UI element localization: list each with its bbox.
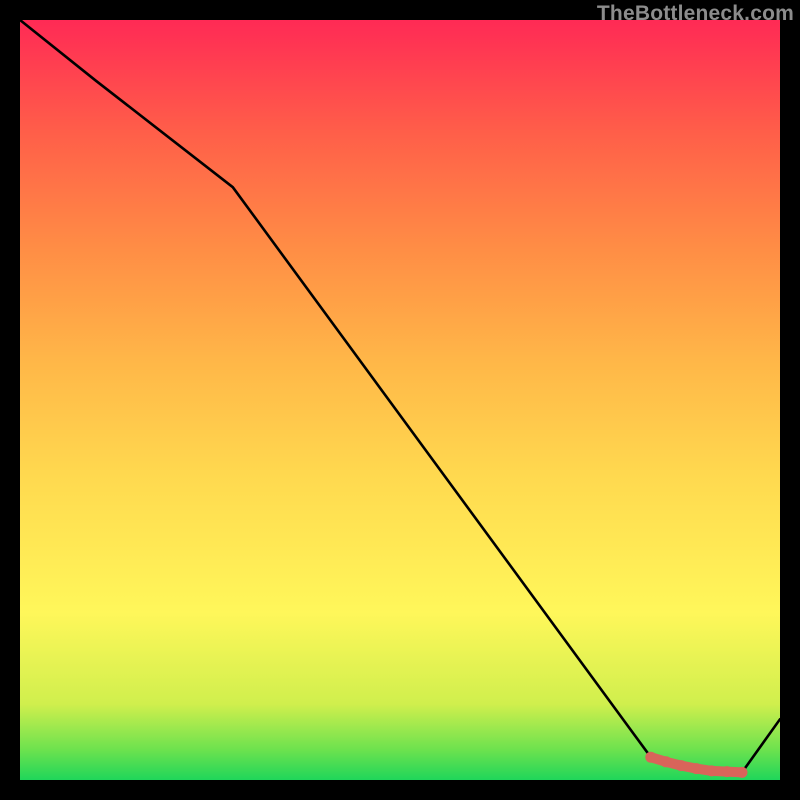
chart-plot-area: [20, 20, 780, 780]
chart-frame: TheBottleneck.com: [0, 0, 800, 800]
watermark-text: TheBottleneck.com: [597, 2, 794, 26]
